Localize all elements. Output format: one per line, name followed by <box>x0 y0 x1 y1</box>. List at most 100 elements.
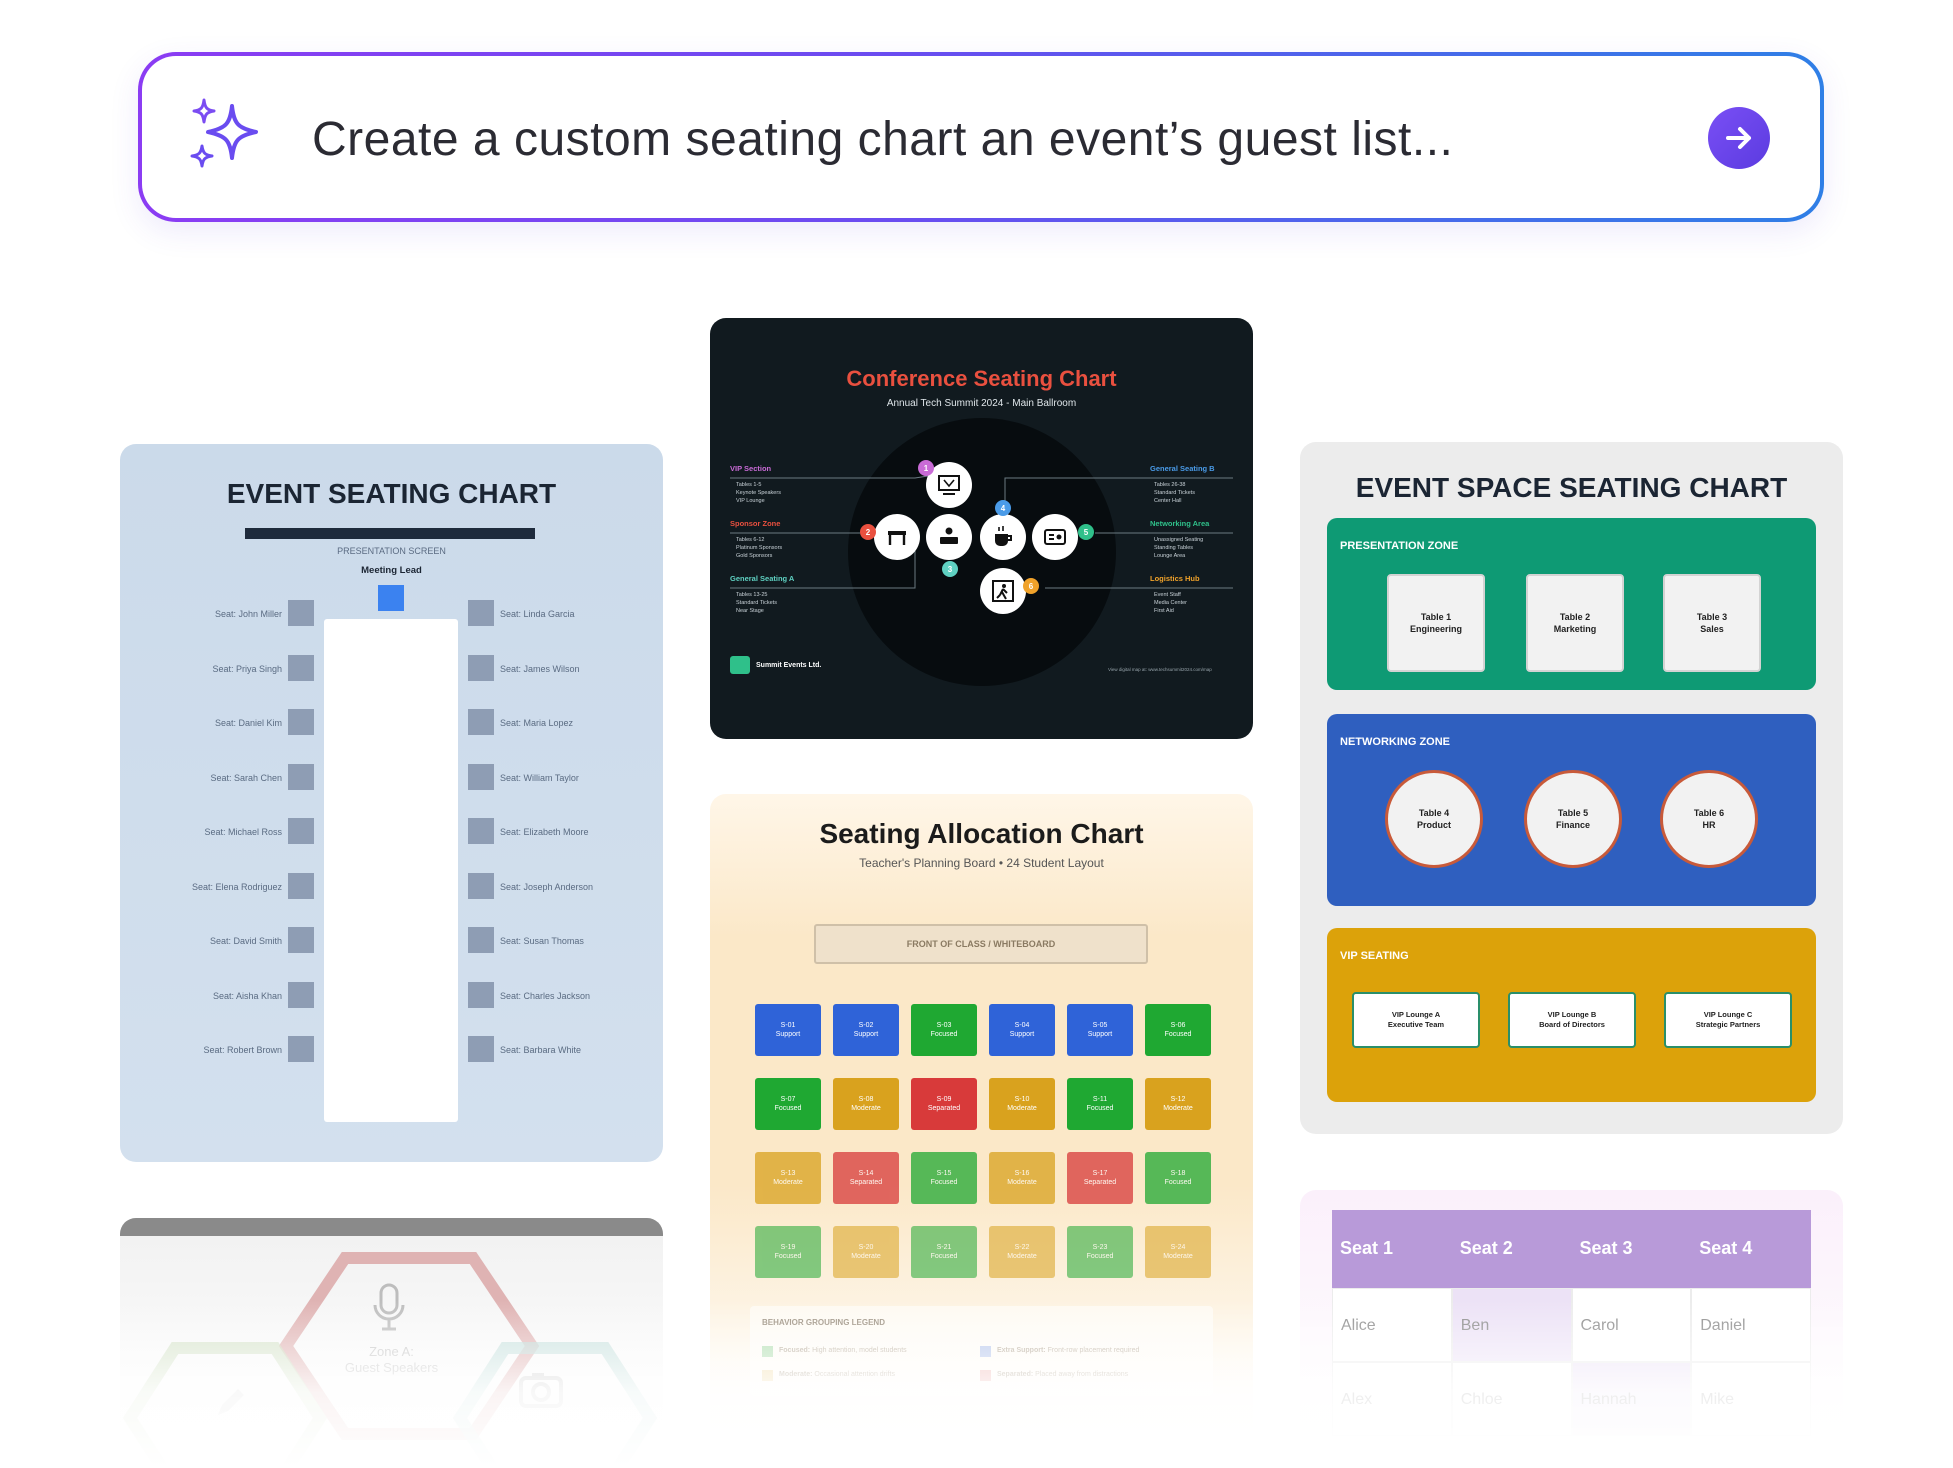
space-title: EVENT SPACE SEATING CHART <box>1355 472 1788 503</box>
student-seat[interactable]: S-19 Focused <box>755 1226 821 1278</box>
seating-table[interactable]: Table 5 Finance <box>1524 770 1622 868</box>
seat[interactable] <box>288 763 314 790</box>
desk-icon[interactable] <box>926 514 972 560</box>
seat-group: Focused <box>1164 1179 1192 1186</box>
seat[interactable] <box>288 709 314 735</box>
seat[interactable] <box>288 872 314 899</box>
seat[interactable] <box>288 654 314 681</box>
seat-table: Seat 1 Seat 2 Seat 3 Seat 4 Alice Ben Carol Dan… <box>1332 1210 1811 1450</box>
table-cell[interactable]: Mike <box>1691 1362 1811 1436</box>
exit-icon[interactable] <box>980 568 1026 614</box>
student-seat[interactable]: S-22 Moderate <box>989 1226 1055 1278</box>
student-seat[interactable]: S-17 Separated <box>1067 1152 1133 1204</box>
seat[interactable] <box>468 1036 494 1062</box>
student-seat[interactable]: S-10 Moderate <box>989 1078 1055 1130</box>
pen-icon <box>218 1389 244 1415</box>
student-seat[interactable]: S-12 Moderate <box>1145 1078 1211 1130</box>
seat-group: Moderate <box>851 1105 881 1112</box>
seat[interactable] <box>468 927 494 953</box>
student-seat[interactable]: S-07 Focused <box>755 1078 821 1130</box>
table-cell[interactable]: Hannah <box>1571 1362 1692 1436</box>
seat-id: S-19 <box>780 1244 796 1251</box>
table-group: Marketing <box>1553 624 1597 634</box>
student-seat[interactable]: S-13 Moderate <box>755 1152 821 1204</box>
seat[interactable] <box>468 600 494 626</box>
seat[interactable] <box>468 818 494 844</box>
seating-table[interactable]: Table 3 Sales <box>1663 574 1761 672</box>
template-card-space-seating[interactable]: EVENT SPACE SEATING CHART PRESENTATION Z… <box>1300 442 1843 1134</box>
seat-id: S-10 <box>1014 1096 1030 1103</box>
template-card-conference[interactable]: Conference Seating Chart Annual Tech Sum… <box>710 318 1253 739</box>
student-seat[interactable]: S-08 Moderate <box>833 1078 899 1130</box>
table-cell[interactable]: Chloe <box>1451 1362 1572 1436</box>
student-seat[interactable]: S-05 Support <box>1067 1004 1133 1056</box>
student-seat[interactable]: S-21 Focused <box>911 1226 977 1278</box>
seat[interactable] <box>468 763 494 790</box>
template-card-allocation[interactable]: Seating Allocation Chart Teacher's Plann… <box>710 794 1253 1444</box>
seat-id: S-04 <box>1014 1022 1030 1029</box>
table-cell[interactable]: Carol <box>1571 1288 1692 1362</box>
seat-group: Focused <box>774 1105 802 1112</box>
table-cell[interactable]: Alex <box>1332 1362 1452 1436</box>
student-seat[interactable]: S-06 Focused <box>1145 1004 1211 1056</box>
prompt-input[interactable]: Create a custom seating chart an event’s… <box>312 112 1453 167</box>
seat[interactable] <box>288 600 314 626</box>
student-seat[interactable]: S-20 Moderate <box>833 1226 899 1278</box>
table-cell[interactable]: Alice <box>1332 1288 1452 1362</box>
legend-desc: Occasional attention drifts <box>814 1371 895 1378</box>
table-cell[interactable]: Ben <box>1451 1288 1572 1362</box>
lead-seat[interactable] <box>378 585 404 611</box>
student-seat[interactable]: S-03 Focused <box>911 1004 977 1056</box>
seat[interactable] <box>288 1036 314 1062</box>
template-card-event-seating[interactable]: EVENT SEATING CHART PRESENTATION SCREEN … <box>120 444 663 1162</box>
microphone-icon <box>373 1283 405 1331</box>
seat[interactable] <box>468 654 494 681</box>
prompt-bar[interactable]: Create a custom seating chart an event’s… <box>138 52 1824 222</box>
seating-table[interactable]: Table 2 Marketing <box>1526 574 1624 672</box>
presentation-screen <box>245 528 535 539</box>
seat[interactable] <box>468 709 494 735</box>
table-cell[interactable]: Daniel <box>1691 1288 1811 1362</box>
table-name: VIP Lounge C <box>1703 1010 1753 1019</box>
seat[interactable] <box>288 818 314 844</box>
seating-table[interactable]: VIP Lounge A Executive Team <box>1352 992 1480 1048</box>
table-name: Table 4 <box>1418 808 1450 818</box>
template-card-seat-table[interactable]: Seat 1 Seat 2 Seat 3 Seat 4 Alice Ben Carol Dan… <box>1300 1190 1843 1468</box>
student-seat[interactable]: S-11 Focused <box>1067 1078 1133 1130</box>
seating-table[interactable]: Table 4 Product <box>1385 770 1483 868</box>
seating-table[interactable]: Table 6 HR <box>1660 770 1758 868</box>
send-button[interactable] <box>1708 107 1770 169</box>
student-seat[interactable]: S-15 Focused <box>911 1152 977 1204</box>
seat[interactable] <box>288 927 314 953</box>
legend-panel: BEHAVIOR GROUPING LEGEND Focused: High a… <box>750 1306 1213 1396</box>
prompt-input-container[interactable]: Create a custom seating chart an event’s… <box>142 56 1820 218</box>
seat-id: S-13 <box>780 1170 796 1177</box>
seating-table[interactable]: VIP Lounge C Strategic Partners <box>1664 992 1792 1048</box>
media-icon[interactable] <box>1032 514 1078 560</box>
seating-table[interactable]: VIP Lounge B Board of Directors <box>1508 992 1636 1048</box>
seat[interactable] <box>468 981 494 1008</box>
student-seat[interactable]: S-14 Separated <box>833 1152 899 1204</box>
student-seat[interactable]: S-02 Support <box>833 1004 899 1056</box>
seat[interactable] <box>288 981 314 1008</box>
map-link[interactable]: View digital map at: www.techsummit2024.… <box>1108 667 1212 672</box>
seat-label: Seat: Susan Thomas <box>500 936 584 946</box>
student-seat[interactable]: S-18 Focused <box>1145 1152 1211 1204</box>
seat[interactable] <box>468 872 494 899</box>
student-seat[interactable]: S-04 Support <box>989 1004 1055 1056</box>
student-seat[interactable]: S-23 Focused <box>1067 1226 1133 1278</box>
student-seat[interactable]: S-24 Moderate <box>1145 1226 1211 1278</box>
table-header-cell: Seat 4 <box>1691 1210 1811 1288</box>
seating-table[interactable]: Table 1 Engineering <box>1387 574 1485 672</box>
legend-label: Moderate: <box>779 1371 813 1378</box>
template-card-zone-layout[interactable]: Zone A: Guest Speakers <box>120 1218 663 1468</box>
table-text: VIP Lounge C Strategic Partners <box>1696 1010 1761 1030</box>
student-seat[interactable]: S-01 Support <box>755 1004 821 1056</box>
table-name: Table 3 <box>1696 612 1728 622</box>
student-seat[interactable]: S-09 Separated <box>911 1078 977 1130</box>
legend-swatch <box>762 1370 773 1381</box>
seat-group: Moderate <box>1007 1105 1037 1112</box>
table-icon[interactable] <box>874 514 920 560</box>
student-seat[interactable]: S-16 Moderate <box>989 1152 1055 1204</box>
coffee-icon[interactable] <box>980 514 1026 560</box>
